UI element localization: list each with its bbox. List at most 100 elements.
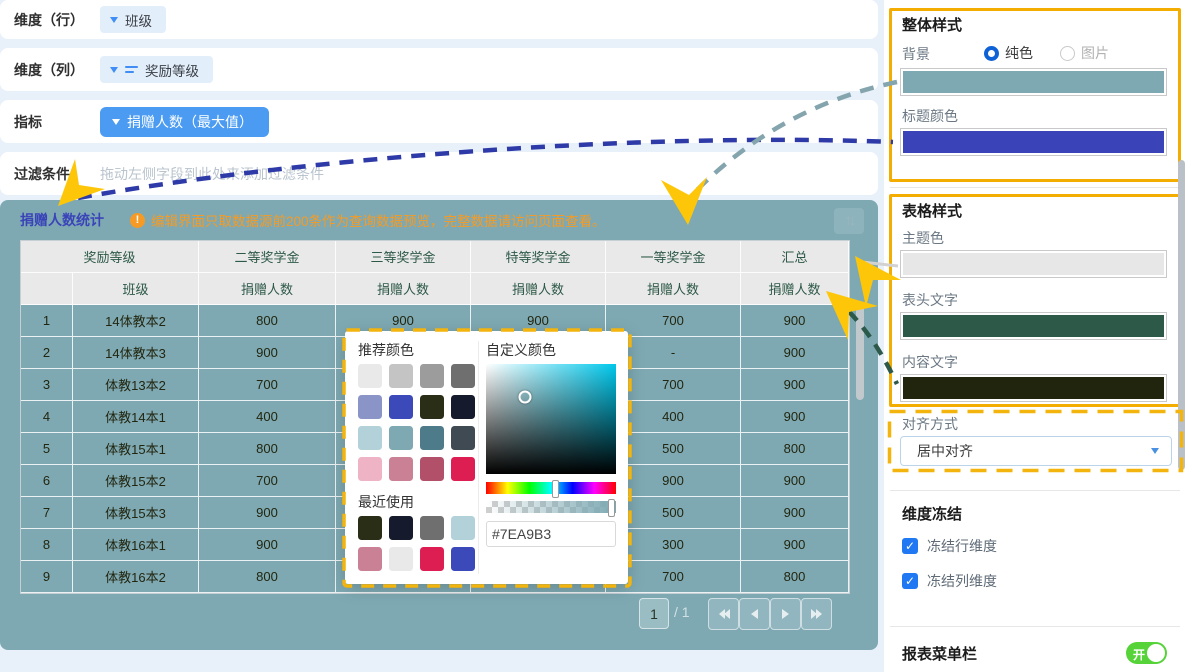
hex-color-input[interactable] [486, 521, 616, 547]
color-swatch[interactable] [451, 426, 475, 450]
prev-page-button[interactable] [739, 598, 770, 630]
last-page-button[interactable] [801, 598, 832, 630]
body-cell: 4 [21, 401, 73, 433]
radio-on-icon [984, 46, 999, 61]
saturation-gradient-area[interactable] [486, 364, 616, 474]
header-text-color-swatch[interactable] [900, 312, 1167, 340]
radio-image[interactable]: 图片 [1060, 43, 1109, 63]
next-page-button[interactable] [770, 598, 801, 630]
body-cell: 体教13本2 [73, 369, 199, 401]
alpha-slider-handle[interactable] [608, 499, 615, 517]
panel-scrollbar[interactable] [1178, 160, 1185, 470]
field-tag-award-level[interactable]: 奖励等级 [100, 56, 213, 83]
field-tag-class[interactable]: 班级 [100, 6, 166, 33]
color-swatch[interactable] [420, 457, 444, 481]
body-cell: 800 [741, 433, 849, 465]
header-cell: 特等奖学金 [471, 241, 606, 273]
body-cell: 700 [199, 465, 336, 497]
body-cell: 2 [21, 337, 73, 369]
color-swatch[interactable] [358, 516, 382, 540]
align-select[interactable]: 居中对齐 [900, 436, 1172, 466]
dimension-col-card: 维度（列） 奖励等级 [0, 48, 878, 91]
color-swatch[interactable] [420, 426, 444, 450]
header-cell [21, 273, 73, 305]
color-swatch[interactable] [420, 547, 444, 571]
alpha-slider[interactable] [486, 501, 616, 513]
divider [890, 490, 1180, 491]
page-number-box[interactable]: 1 [639, 598, 669, 629]
color-swatch[interactable] [358, 395, 382, 419]
filter-card[interactable]: 过滤条件 拖动左侧字段到此处来添加过滤条件 [0, 152, 878, 195]
page-total: / 1 [674, 598, 690, 627]
color-swatch[interactable] [358, 364, 382, 388]
metric-button[interactable]: 捐赠人数（最大值） [100, 107, 269, 137]
body-cell: 800 [199, 433, 336, 465]
header-cell: 一等奖学金 [606, 241, 741, 273]
table-vertical-scrollbar[interactable] [856, 305, 864, 400]
hue-slider[interactable] [486, 482, 616, 494]
body-cell: 体教15本2 [73, 465, 199, 497]
toggle-on-label: 开 [1133, 646, 1145, 663]
radio-image-label: 图片 [1081, 43, 1109, 63]
warning-icon: ! [130, 213, 145, 228]
table-style-heading: 表格样式 [902, 200, 962, 221]
style-settings-panel: 整体样式 背景 纯色 图片 标题颜色 表格样式 主题色 表头文字 内容文字 对齐… [884, 0, 1188, 672]
chevron-down-icon [1151, 448, 1159, 454]
color-swatch[interactable] [358, 457, 382, 481]
body-cell: 900 [199, 529, 336, 561]
recent-colors-label: 最近使用 [358, 492, 414, 512]
color-swatch[interactable] [358, 426, 382, 450]
align-label: 对齐方式 [902, 414, 958, 434]
body-cell: 900 [741, 529, 849, 561]
body-cell: 体教16本1 [73, 529, 199, 561]
divider [890, 187, 1180, 188]
title-color-swatch[interactable] [900, 128, 1167, 156]
checkbox-freeze-col[interactable]: ✓ 冻结列维度 [902, 571, 997, 591]
body-cell: 7 [21, 497, 73, 529]
theme-color-label: 主题色 [902, 228, 944, 248]
body-cell: 800 [199, 561, 336, 593]
hue-slider-handle[interactable] [552, 480, 559, 498]
dimension-row-card: 维度（行） 班级 [0, 0, 878, 39]
color-swatch[interactable] [420, 395, 444, 419]
content-text-color-swatch[interactable] [900, 374, 1167, 402]
overall-style-heading: 整体样式 [902, 14, 962, 35]
right-arrow-icon [782, 609, 789, 619]
color-swatch[interactable] [358, 547, 382, 571]
color-swatch[interactable] [389, 516, 413, 540]
color-swatch[interactable] [451, 364, 475, 388]
color-swatch[interactable] [389, 395, 413, 419]
radio-solid-color[interactable]: 纯色 [984, 43, 1033, 63]
sort-icon[interactable]: ↑↓ [834, 208, 864, 234]
freeze-row-label: 冻结行维度 [927, 536, 997, 556]
body-cell: 900 [741, 401, 849, 433]
color-swatch[interactable] [451, 547, 475, 571]
theme-color-swatch[interactable] [900, 250, 1167, 278]
gradient-cursor[interactable] [519, 391, 532, 404]
header-cell: 捐赠人数 [741, 273, 849, 305]
color-swatch[interactable] [389, 364, 413, 388]
color-swatch[interactable] [420, 516, 444, 540]
body-cell: 1 [21, 305, 73, 337]
color-swatch[interactable] [451, 457, 475, 481]
background-color-swatch[interactable] [900, 68, 1167, 96]
color-swatch[interactable] [420, 364, 444, 388]
freeze-heading: 维度冻结 [902, 503, 962, 524]
table-title-bar: 捐赠人数统计 ! 编辑界面只取数据源前200条作为查询数据预览，完整数据请访问页… [0, 200, 878, 240]
color-swatch[interactable] [389, 547, 413, 571]
dimension-col-label: 维度（列） [14, 60, 84, 80]
color-swatch[interactable] [389, 457, 413, 481]
body-cell: 14体教本3 [73, 337, 199, 369]
menu-bar-toggle[interactable]: 开 [1126, 642, 1167, 664]
color-swatch[interactable] [389, 426, 413, 450]
filter-label: 过滤条件 [14, 164, 70, 184]
body-cell: 900 [199, 337, 336, 369]
header-cell: 班级 [73, 273, 199, 305]
first-page-button[interactable] [708, 598, 739, 630]
checkbox-freeze-row[interactable]: ✓ 冻结行维度 [902, 536, 997, 556]
color-swatch[interactable] [451, 395, 475, 419]
color-swatch[interactable] [451, 516, 475, 540]
divider [890, 626, 1180, 627]
toggle-knob [1147, 644, 1165, 662]
body-cell: 800 [741, 561, 849, 593]
